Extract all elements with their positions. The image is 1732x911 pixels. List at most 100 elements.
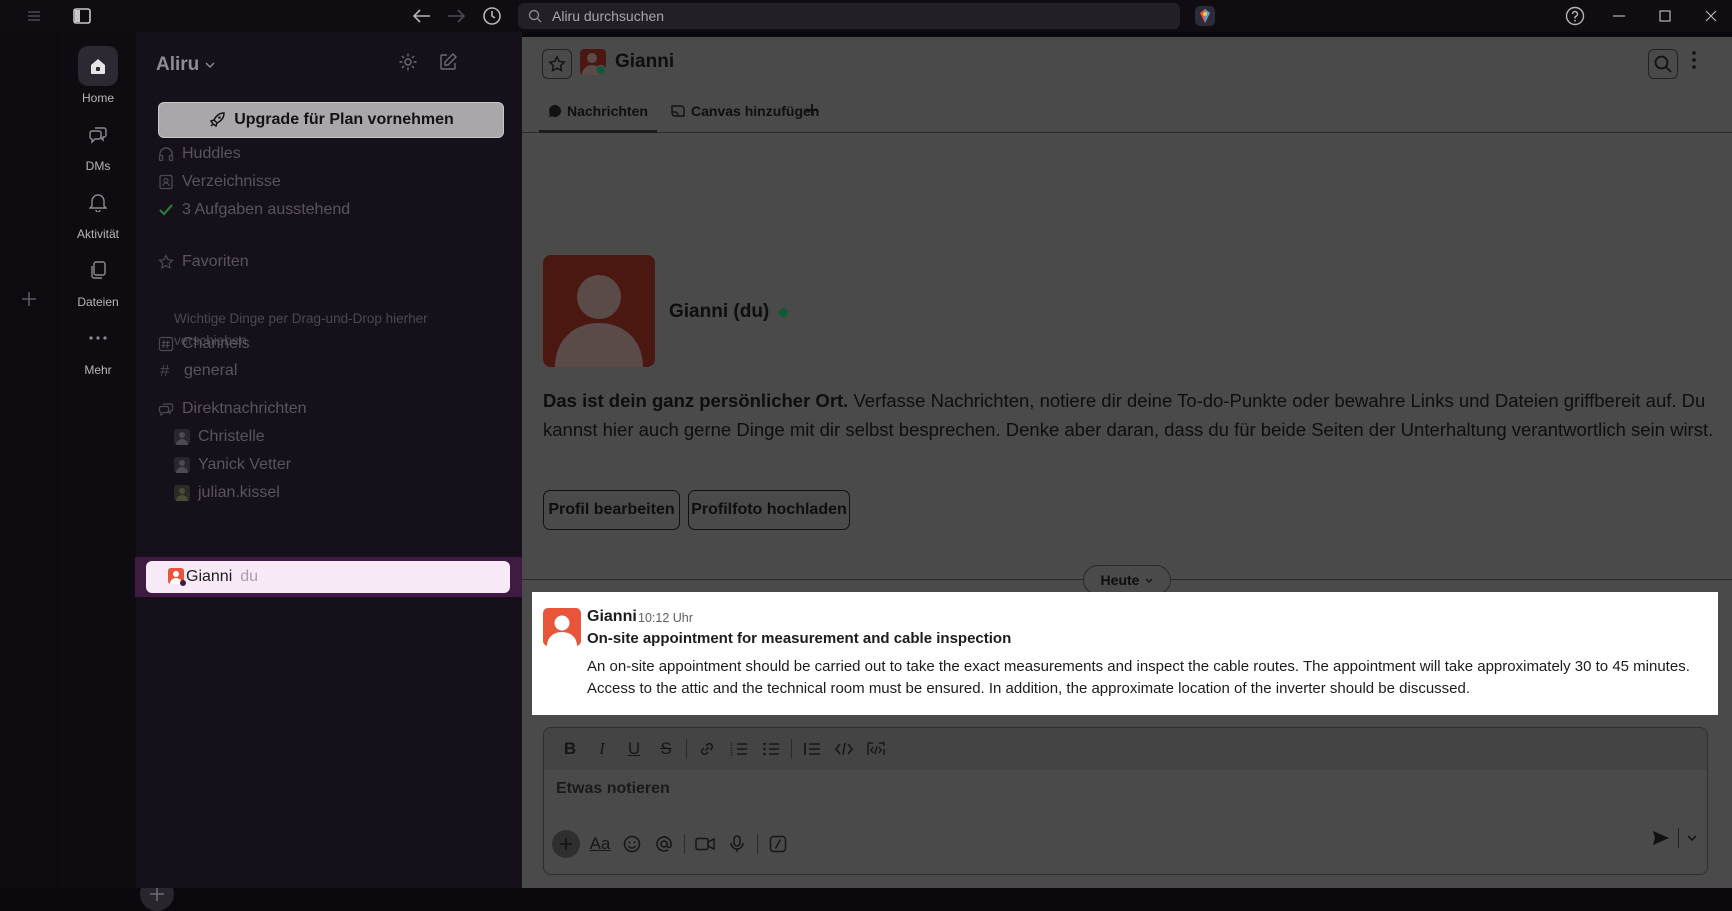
active-tab-indicator: [539, 130, 657, 133]
bold-icon[interactable]: B: [554, 733, 586, 765]
mention-icon[interactable]: [648, 828, 680, 860]
formatting-toolbar: B I U S 123: [544, 728, 1707, 770]
more-icon: [78, 318, 118, 358]
date-jump-button[interactable]: Heute: [1083, 565, 1171, 595]
dm-item-yanick-vetter[interactable]: Yanick Vetter: [174, 452, 291, 478]
attach-button[interactable]: [552, 830, 580, 858]
sidebar-item-label: Huddles: [182, 145, 241, 162]
video-icon[interactable]: [689, 828, 721, 860]
workspace-menu[interactable]: Aliru: [156, 54, 215, 76]
rail-label: Aktivität: [76, 227, 119, 241]
intro-description: Das ist dein ganz persönlicher Ort. Verf…: [543, 386, 1718, 444]
upload-photo-button[interactable]: Profilfoto hochladen: [688, 490, 850, 530]
bullet-list-icon[interactable]: [755, 733, 787, 765]
message-author[interactable]: Gianni: [587, 608, 637, 626]
history-icon[interactable]: [478, 0, 506, 32]
dm-label: Yanick Vetter: [198, 456, 292, 473]
rail-label: Dateien: [77, 295, 119, 309]
search-icon: [1654, 55, 1672, 73]
microphone-icon[interactable]: [721, 828, 753, 860]
date-label: Heute: [1100, 572, 1140, 588]
code-icon[interactable]: [828, 733, 860, 765]
rail-item-activity[interactable]: Aktivität: [60, 182, 136, 241]
dm-item-gianni-active[interactable]: Gianni du: [135, 557, 522, 597]
star-icon: [548, 55, 566, 72]
message-body: An on-site appointment should be carried…: [587, 658, 1690, 697]
strikethrough-icon[interactable]: S: [650, 733, 682, 765]
text-format-button[interactable]: Aa: [584, 828, 616, 860]
channels-section-header[interactable]: Channels: [158, 331, 250, 357]
rail-item-dms[interactable]: DMs: [60, 114, 136, 173]
back-arrow-icon[interactable]: [408, 0, 436, 32]
avatar[interactable]: [543, 608, 581, 646]
you-label: du: [240, 568, 259, 585]
help-icon[interactable]: [1562, 0, 1588, 32]
message-composer: B I U S 123 Etwas notieren Aa: [543, 727, 1708, 875]
page-title[interactable]: Gianni: [615, 51, 674, 73]
maximize-icon[interactable]: [1642, 0, 1688, 32]
channels-icon: [158, 336, 174, 352]
rail-item-files[interactable]: Dateien: [60, 250, 136, 309]
sidebar-item-huddles[interactable]: Huddles: [158, 141, 241, 167]
channel-item-general[interactable]: # general: [160, 358, 237, 384]
toolbar-separator: [757, 834, 758, 854]
star-button[interactable]: [542, 49, 572, 79]
blockquote-icon[interactable]: [796, 733, 828, 765]
dm-item-christelle[interactable]: Christelle: [174, 424, 265, 450]
tab-add-canvas[interactable]: Canvas hinzufügen: [670, 103, 819, 119]
edit-profile-button[interactable]: Profil bearbeiten: [543, 490, 680, 530]
rail-item-home[interactable]: Home: [60, 46, 136, 105]
profile-name-text: Gianni (du): [669, 301, 770, 322]
toolbar-separator: [684, 834, 685, 854]
sidebar-toggle-icon[interactable]: [70, 0, 94, 32]
app-logo-icon[interactable]: [1192, 0, 1218, 32]
message-timestamp[interactable]: 10:12 Uhr: [638, 611, 693, 625]
menu-icon[interactable]: [22, 0, 46, 32]
bell-icon: [78, 182, 118, 222]
composer-actions: Aa: [552, 824, 794, 864]
tab-messages[interactable]: Nachrichten: [548, 103, 648, 119]
search-button[interactable]: [1648, 49, 1678, 79]
home-icon: [78, 46, 118, 86]
chevron-down-icon[interactable]: [1687, 835, 1697, 841]
add-tab-button[interactable]: [805, 103, 819, 117]
dm-label: julian.kissel: [198, 484, 280, 501]
emoji-icon[interactable]: [616, 828, 648, 860]
compose-icon[interactable]: [438, 52, 458, 72]
canvas-icon: [671, 105, 685, 117]
forward-arrow-icon[interactable]: [442, 0, 470, 32]
italic-icon[interactable]: I: [586, 733, 618, 765]
more-vertical-icon[interactable]: [1692, 51, 1696, 69]
section-label: Channels: [182, 335, 250, 352]
minimize-icon[interactable]: [1596, 0, 1642, 32]
profile-name: Gianni (du): [669, 301, 789, 323]
plus-icon: [150, 887, 164, 901]
upgrade-plan-button[interactable]: Upgrade für Plan vornehmen: [158, 102, 504, 138]
profile-avatar[interactable]: [543, 255, 655, 367]
avatar: [174, 485, 190, 501]
section-label: Favoriten: [182, 253, 249, 270]
rail-item-more[interactable]: Mehr: [60, 318, 136, 377]
underline-icon[interactable]: U: [618, 733, 650, 765]
slash-command-icon[interactable]: [762, 828, 794, 860]
dm-item-julian-kissel[interactable]: julian.kissel: [174, 480, 280, 506]
settings-gear-icon[interactable]: [398, 52, 418, 72]
send-icon[interactable]: [1652, 830, 1670, 846]
code-block-icon[interactable]: [860, 733, 892, 765]
ordered-list-icon[interactable]: 123: [723, 733, 755, 765]
search-icon: [528, 9, 542, 23]
send-separator: [1678, 828, 1679, 848]
composer-input[interactable]: Etwas notieren: [556, 780, 670, 798]
send-controls: [1652, 828, 1697, 848]
favorites-section-header[interactable]: Favoriten: [158, 249, 249, 275]
sidebar-item-directories[interactable]: Verzeichnisse: [158, 169, 281, 195]
avatar: [168, 568, 186, 586]
search-input[interactable]: Aliru durchsuchen: [518, 3, 1180, 29]
add-workspace-icon[interactable]: [20, 290, 38, 308]
link-icon[interactable]: [691, 733, 723, 765]
dms-section-header[interactable]: Direktnachrichten: [158, 396, 307, 422]
close-icon[interactable]: [1688, 0, 1732, 32]
avatar: [174, 429, 190, 445]
sidebar-item-tasks[interactable]: 3 Aufgaben ausstehend: [158, 197, 350, 223]
message-item[interactable]: Gianni 10:12 Uhr On-site appointment for…: [532, 592, 1718, 715]
